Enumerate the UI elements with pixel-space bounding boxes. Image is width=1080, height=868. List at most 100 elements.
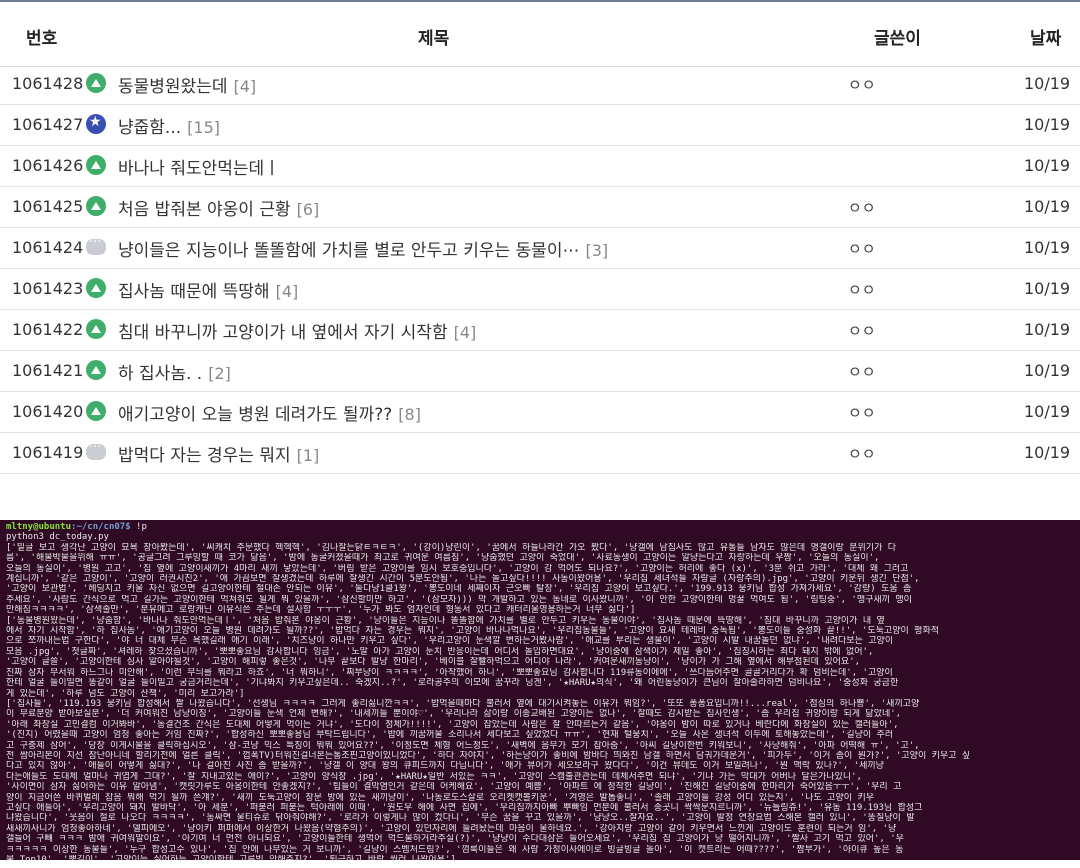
terminal-output-line: 계십니까', '같은 고양이', '고양이 러권시진2', '애 가끔보면 잘생… xyxy=(6,574,920,585)
terminal-output-line: 전 쌈아리본이 지선 잠난아니네 할리기전에 얼른 클릭', '껍폭TV)터워진… xyxy=(6,750,971,761)
terminal-output-line: 고 구충제 삼어', '당장 이게시물을 클릭하십시오', '삼-코냥 믹스 특… xyxy=(6,740,920,751)
post-date: 10/19 xyxy=(1024,115,1071,134)
post-title[interactable]: 집사놈 때문에 뜩땅해 xyxy=(118,282,270,302)
post-title-link[interactable]: 밥먹다 자는 경우는 뭐지 [1] xyxy=(118,441,319,466)
table-row[interactable]: 1061420 애기고양이 오늘 병원 데려가도 될까?? [8] ㅇㅇ 10/19 xyxy=(0,392,1080,433)
comment-count[interactable]: [6] xyxy=(297,200,320,219)
post-writer[interactable]: ㅇㅇ xyxy=(848,443,876,464)
writer-name[interactable]: ㅇㅇ xyxy=(848,363,876,381)
post-title-link[interactable]: 처음 밥줘본 야옹이 근황 [6] xyxy=(118,195,319,220)
post-date: 10/19 xyxy=(1024,238,1071,257)
post-writer[interactable]: ㅇㅇ xyxy=(848,74,876,95)
table-row[interactable]: 1061425 처음 밥줘본 야옹이 근황 [6] ㅇㅇ 10/19 xyxy=(0,187,1080,228)
header-date: 날짜 xyxy=(1030,29,1062,49)
terminal-output-line: ['집사들', '119.193 뭉키님 합성해서 짤 나왔습니다', '선생님… xyxy=(6,698,920,709)
post-date: 10/19 xyxy=(1024,361,1071,380)
post-title-link[interactable]: 동물병원왔는데 [4] xyxy=(118,72,256,97)
writer-name[interactable]: ㅇㅇ xyxy=(848,445,876,463)
table-row[interactable]: 1061427 냥줍함... [15] 10/19 xyxy=(0,105,1080,146)
green-triangle-icon xyxy=(86,360,106,380)
terminal-prompt-line: mltny@ubuntu:~/cn/cn07$ !p xyxy=(6,522,1074,532)
post-title-link[interactable]: 하 집사놈. . [2] xyxy=(118,359,231,384)
post-number: 1061427 xyxy=(12,115,84,134)
post-writer[interactable]: ㅇㅇ xyxy=(848,361,876,382)
terminal-output-line: 름', '해물박물을위해 ㅠㅠ', '공글그려 그루밍할 때 코가 닮음', '… xyxy=(6,553,880,564)
post-number: 1061420 xyxy=(12,402,84,421)
post-writer[interactable]: ㅇㅇ xyxy=(848,197,876,218)
post-date: 10/19 xyxy=(1024,74,1071,93)
table-row[interactable]: 1061419 밥먹다 자는 경우는 뭐지 [1] ㅇㅇ 10/19 xyxy=(0,433,1080,474)
comment-count[interactable]: [15] xyxy=(187,118,220,137)
post-writer[interactable]: ㅇㅇ xyxy=(848,402,876,423)
terminal-output-line: 주세요', '사람도 간식으로 먹고 길가는 고양이한테 먹쳐줘도 될게 뭐 있… xyxy=(6,594,912,605)
writer-name[interactable]: ㅇㅇ xyxy=(848,76,876,94)
terminal-output-line: '(진지) 어렸을때 고양이 엄청 좋아는 거임 진짜?', '합성하신 뽀뽀좋… xyxy=(6,730,894,741)
prompt-path: :~/cn/cn07$ xyxy=(71,522,131,532)
post-date: 10/19 xyxy=(1024,402,1071,421)
terminal-output-line: 냐왔습니다', '웃음이 절로 나오다 ㅋㅋㅋㅋ', '동싸면 울티슈로 닦아줘… xyxy=(6,813,915,824)
post-number: 1061421 xyxy=(12,361,84,380)
post-title-link[interactable]: 애기고양이 오늘 병원 데려가도 될까?? [8] xyxy=(118,400,421,425)
comment-count[interactable]: [1] xyxy=(297,446,320,465)
table-row[interactable]: 1061426 바나나 줘도안먹는데ㅣ 10/19 xyxy=(0,146,1080,187)
terminal-output: ['밑글 보고 생각난 고양이 묘묙 창아봤는데', '씨캐치 주문했다 헥헥헥… xyxy=(6,543,1074,860)
comment-count[interactable]: [8] xyxy=(398,405,421,424)
header-number: 번호 xyxy=(26,29,58,49)
post-title-link[interactable]: 냥줍함... [15] xyxy=(118,113,220,138)
post-title-link[interactable]: 냥이들은 지능이나 똘똘함에 가치를 별로 안두고 키우는 동물이⋯ [3] xyxy=(118,236,608,261)
writer-name[interactable]: ㅇㅇ xyxy=(848,199,876,217)
table-row[interactable]: 1061423 집사놈 때문에 뜩땅해 [4] ㅇㅇ 10/19 xyxy=(0,269,1080,310)
comment-count[interactable]: [4] xyxy=(276,282,299,301)
post-date: 10/19 xyxy=(1024,156,1071,175)
terminal-output-line: 모음 .jpg', '첫글짜', '셔레하 찾으셨습니까', '뽀뽀좋요님 감사… xyxy=(6,646,874,657)
comment-count[interactable]: [2] xyxy=(208,364,231,383)
post-number: 1061428 xyxy=(12,74,84,93)
post-number: 1061422 xyxy=(12,320,84,339)
green-triangle-icon xyxy=(86,319,106,339)
terminal-output-line: 오늘의 동실이', '병원 고고', '집 옆에 고양이새끼가 4마리 새끼 낳… xyxy=(6,563,909,574)
terminal-output-line: '아래 좌장실 고민결컴 이거봐바', '동결건조 간식은 도대체 어떻게 먹이… xyxy=(6,719,899,730)
terminal-output-line: ㅋㅋㅋㅋㅋ 이상한 동물들', '누구 합성고수 있나', '집 안에 나무있는… xyxy=(6,844,904,855)
post-title[interactable]: 하 집사놈. . xyxy=(118,364,202,384)
post-number: 1061419 xyxy=(12,443,84,462)
table-row[interactable]: 1061421 하 집사놈. . [2] ㅇㅇ 10/19 xyxy=(0,351,1080,392)
terminal-output-line: 갤늘어 구빼 ㅋㅋㅋ 밤애 귀여워말이요', '아기여 너 먼전 아니되요', … xyxy=(6,834,904,845)
green-triangle-icon xyxy=(86,278,106,298)
post-title-link[interactable]: 침대 바꾸니까 고양이가 내 옆에서 자기 시작함 [4] xyxy=(118,318,476,343)
post-title[interactable]: 바나나 줘도안먹는데ㅣ xyxy=(118,159,280,179)
table-row[interactable]: 1061428 동물병원왔는데 [4] ㅇㅇ 10/19 xyxy=(0,64,1080,105)
terminal-output-line: 새새끼사니가 엄청좋아하네', '델피에오', '냥이키 퍼퍼에서 이상한거 나… xyxy=(6,823,897,834)
comment-count[interactable]: [4] xyxy=(454,323,477,342)
terminal-window[interactable]: mltny@ubuntu:~/cn/cn07$ !p python3 dc_to… xyxy=(0,520,1080,860)
terminal-output-line: 만해짐ㅋㅋㅋㅋ', '삼색줄만', '분유메고 로랑캐닌 이유식쓴 주는데 설사… xyxy=(6,605,636,616)
terminal-output-line: 에서 자기 시작함', '하 집사놈', '애기고양이 오늘 병원 데려가도 될… xyxy=(6,626,940,637)
comment-count[interactable]: [3] xyxy=(585,241,608,260)
prompt-user: mltny@ubuntu xyxy=(6,522,72,532)
table-row[interactable]: 1061424 냥이들은 지능이나 똘똘함에 가치를 별로 안두고 키우는 동물이… xyxy=(0,228,1080,269)
post-title[interactable]: 냥이들은 지능이나 똘똘함에 가치를 별로 안두고 키우는 동물이⋯ xyxy=(118,241,579,261)
writer-name[interactable]: ㅇㅇ xyxy=(848,240,876,258)
post-title-link[interactable]: 바나나 줘도안먹는데ㅣ xyxy=(118,154,286,179)
post-title[interactable]: 밥먹다 자는 경우는 뭐지 xyxy=(118,446,291,466)
post-number: 1061423 xyxy=(12,279,84,298)
post-title-link[interactable]: 집사놈 때문에 뜩땅해 [4] xyxy=(118,277,298,302)
header-title: 제목 xyxy=(418,29,450,49)
post-writer[interactable]: ㅇㅇ xyxy=(848,320,876,341)
blue-star-icon xyxy=(86,114,106,134)
comment-count[interactable]: [4] xyxy=(233,77,256,96)
post-title[interactable]: 처음 밥줘본 야옹이 근황 xyxy=(118,200,291,220)
writer-name[interactable]: ㅇㅇ xyxy=(848,322,876,340)
writer-name[interactable]: ㅇㅇ xyxy=(848,404,876,422)
writer-name[interactable]: ㅇㅇ xyxy=(848,281,876,299)
post-title[interactable]: 냥줍함... xyxy=(118,118,181,138)
green-triangle-icon xyxy=(86,401,106,421)
post-writer[interactable]: ㅇㅇ xyxy=(848,279,876,300)
terminal-output-line: 다는애들도 도대체 얼마나 귀엽게 그대?', '잘 지내고있는 애이?', '… xyxy=(6,771,862,782)
terminal-output-line: '고양이 보관법', '헤딩지고 키울 자신 없으면 길고양이한테 절대손 안되… xyxy=(6,584,912,595)
post-writer[interactable]: ㅇㅇ xyxy=(848,238,876,259)
table-row[interactable]: 1061422 침대 바꾸니까 고양이가 내 옆에서 자기 시작함 [4] ㅇㅇ 10/… xyxy=(0,310,1080,351)
post-title[interactable]: 애기고양이 오늘 병원 데려가도 될까?? xyxy=(118,405,392,425)
post-date: 10/19 xyxy=(1024,443,1071,462)
post-title[interactable]: 침대 바꾸니까 고양이가 내 옆에서 자기 시작함 xyxy=(118,323,448,343)
post-title[interactable]: 동물병원왔는데 xyxy=(118,77,227,97)
